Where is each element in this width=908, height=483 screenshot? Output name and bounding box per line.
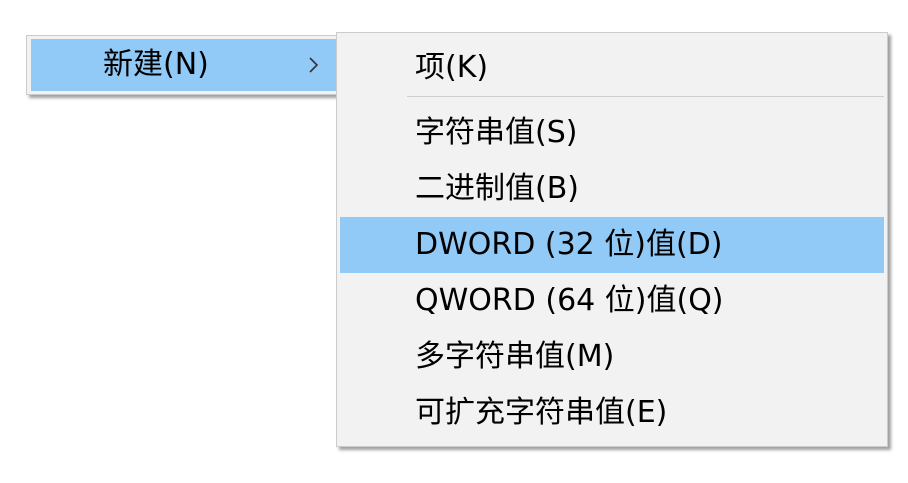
submenu-item-string-value[interactable]: 字符串值(S) — [340, 105, 884, 161]
submenu-item-label: 多字符串值(M) — [415, 339, 615, 374]
submenu-item-key[interactable]: 项(K) — [340, 40, 884, 96]
menu-item-new[interactable]: 新建(N) — [31, 39, 339, 91]
submenu-separator — [407, 96, 884, 97]
menu-item-new-label: 新建(N) — [103, 47, 209, 82]
submenu-item-label: DWORD (32 位)值(D) — [415, 227, 723, 262]
submenu-item-label: 字符串值(S) — [415, 115, 578, 150]
submenu-item-label: 可扩充字符串值(E) — [415, 395, 668, 430]
submenu-item-label: 项(K) — [415, 50, 489, 85]
submenu-item-label: 二进制值(B) — [415, 171, 579, 206]
submenu-item-qword-value[interactable]: QWORD (64 位)值(Q) — [340, 273, 884, 329]
submenu-item-dword-value[interactable]: DWORD (32 位)值(D) — [340, 217, 884, 273]
parent-context-menu: 新建(N) — [26, 35, 340, 95]
submenu-item-binary-value[interactable]: 二进制值(B) — [340, 161, 884, 217]
submenu-item-expandable-string-value[interactable]: 可扩充字符串值(E) — [340, 385, 884, 441]
submenu-item-label: QWORD (64 位)值(Q) — [415, 283, 724, 318]
submenu-item-multi-string-value[interactable]: 多字符串值(M) — [340, 329, 884, 385]
chevron-right-icon — [309, 57, 319, 73]
new-submenu: 项(K) 字符串值(S) 二进制值(B) DWORD (32 位)值(D) QW… — [336, 32, 888, 447]
